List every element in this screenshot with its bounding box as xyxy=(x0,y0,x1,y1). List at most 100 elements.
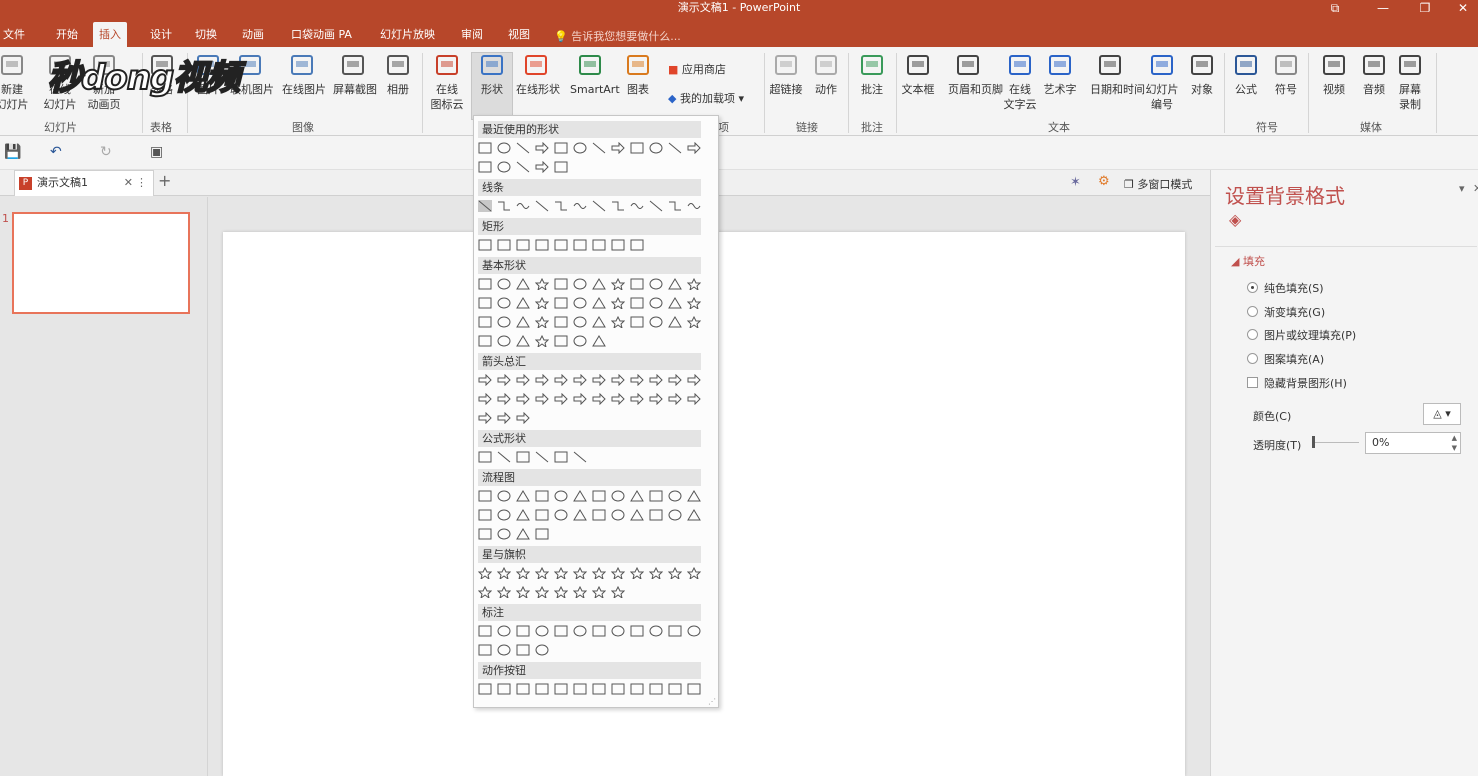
shape-option-icon[interactable] xyxy=(554,625,568,637)
spinner-icon[interactable]: ▲ ▼ xyxy=(1452,433,1457,453)
shape-option-icon[interactable] xyxy=(516,161,530,173)
shape-option-icon[interactable] xyxy=(592,335,606,347)
video-button[interactable]: 视频 xyxy=(1314,53,1354,97)
shape-option-icon[interactable] xyxy=(649,509,663,521)
shape-option-icon[interactable] xyxy=(535,567,549,579)
shape-option-icon[interactable] xyxy=(554,374,568,386)
equation-button[interactable]: 公式 xyxy=(1226,53,1266,97)
shape-option-icon[interactable] xyxy=(516,278,530,290)
shape-option-icon[interactable] xyxy=(516,644,530,656)
slide-thumbnail[interactable] xyxy=(12,212,190,314)
online-image-button[interactable]: 在线图片 xyxy=(282,53,326,97)
shape-option-icon[interactable] xyxy=(649,200,663,212)
shape-option-icon[interactable] xyxy=(573,316,587,328)
shape-option-icon[interactable] xyxy=(592,567,606,579)
shape-option-icon[interactable] xyxy=(687,567,701,579)
shape-option-icon[interactable] xyxy=(535,142,549,154)
shape-option-icon[interactable] xyxy=(516,586,530,598)
shape-option-icon[interactable] xyxy=(478,278,492,290)
shape-option-icon[interactable] xyxy=(535,625,549,637)
chart-button[interactable]: 图表 xyxy=(618,53,658,97)
shape-option-icon[interactable] xyxy=(554,393,568,405)
shape-option-icon[interactable] xyxy=(630,239,644,251)
slider-thumb[interactable] xyxy=(1312,436,1315,448)
shape-option-icon[interactable] xyxy=(611,393,625,405)
shape-option-icon[interactable] xyxy=(630,200,644,212)
shape-option-icon[interactable] xyxy=(573,200,587,212)
shape-option-icon[interactable] xyxy=(497,239,511,251)
shape-option-icon[interactable] xyxy=(535,161,549,173)
tab-file[interactable]: 文件 xyxy=(3,22,25,47)
shape-option-icon[interactable] xyxy=(611,142,625,154)
restore-button[interactable]: ❐ xyxy=(1410,0,1440,16)
shape-option-icon[interactable] xyxy=(630,142,644,154)
shape-option-icon[interactable] xyxy=(573,374,587,386)
shape-option-icon[interactable] xyxy=(535,509,549,521)
shape-option-icon[interactable] xyxy=(497,412,511,424)
shape-option-icon[interactable] xyxy=(573,509,587,521)
shape-option-icon[interactable] xyxy=(668,509,682,521)
object-button[interactable]: 对象 xyxy=(1182,53,1222,97)
shape-option-icon[interactable] xyxy=(497,451,511,463)
shape-option-icon[interactable] xyxy=(478,316,492,328)
shape-option-icon[interactable] xyxy=(668,490,682,502)
my-addins-button[interactable]: ◆ 我的加载项 ▾ xyxy=(668,90,744,106)
shape-option-icon[interactable] xyxy=(649,278,663,290)
shape-option-icon[interactable] xyxy=(611,278,625,290)
shape-option-icon[interactable] xyxy=(573,567,587,579)
shape-option-icon[interactable] xyxy=(535,239,549,251)
present-icon[interactable]: ▣ xyxy=(150,144,163,160)
shape-option-icon[interactable] xyxy=(668,625,682,637)
settings-gear-icon[interactable]: ⚙ xyxy=(1098,174,1110,189)
tab-design[interactable]: 设计 xyxy=(150,22,172,47)
shape-option-icon[interactable] xyxy=(478,625,492,637)
tab-review[interactable]: 审阅 xyxy=(461,22,483,47)
shape-option-icon[interactable] xyxy=(516,200,530,212)
shape-option-icon[interactable] xyxy=(668,683,682,695)
shape-option-icon[interactable] xyxy=(516,393,530,405)
tell-me-search[interactable]: 💡 告诉我您想要做什么... xyxy=(554,28,681,44)
shape-option-icon[interactable] xyxy=(497,567,511,579)
shape-option-icon[interactable] xyxy=(516,451,530,463)
shape-option-icon[interactable] xyxy=(478,683,492,695)
shape-option-icon[interactable] xyxy=(554,200,568,212)
shape-option-icon[interactable] xyxy=(573,451,587,463)
shape-option-icon[interactable] xyxy=(516,509,530,521)
shape-option-icon[interactable] xyxy=(497,586,511,598)
shape-option-icon[interactable] xyxy=(554,278,568,290)
shape-option-icon[interactable] xyxy=(592,625,606,637)
save-icon[interactable]: 💾 xyxy=(4,144,21,160)
shape-option-icon[interactable] xyxy=(611,297,625,309)
audio-button[interactable]: 音频 xyxy=(1354,53,1394,97)
shape-option-icon[interactable] xyxy=(592,683,606,695)
shape-option-icon[interactable] xyxy=(478,335,492,347)
shape-option-icon[interactable] xyxy=(516,412,530,424)
shape-option-icon[interactable] xyxy=(478,412,492,424)
shape-option-icon[interactable] xyxy=(554,161,568,173)
action-button[interactable]: 动作 xyxy=(806,53,846,97)
shape-option-icon[interactable] xyxy=(497,393,511,405)
close-button[interactable]: ✕ xyxy=(1448,0,1478,16)
shape-option-icon[interactable] xyxy=(516,335,530,347)
shape-option-icon[interactable] xyxy=(611,683,625,695)
shape-option-icon[interactable] xyxy=(573,278,587,290)
shape-option-icon[interactable] xyxy=(687,316,701,328)
shape-option-icon[interactable] xyxy=(573,297,587,309)
screenshot-button[interactable]: 屏幕截图 xyxy=(333,53,377,97)
shape-option-icon[interactable] xyxy=(649,490,663,502)
new-tab-icon[interactable]: + xyxy=(158,171,171,190)
shape-option-icon[interactable] xyxy=(554,316,568,328)
shape-option-icon[interactable] xyxy=(687,142,701,154)
shape-option-icon[interactable] xyxy=(478,393,492,405)
shape-option-icon[interactable] xyxy=(611,374,625,386)
hide-background-checkbox[interactable]: 隐藏背景图形(H) xyxy=(1247,375,1347,391)
shape-option-icon[interactable] xyxy=(478,297,492,309)
comment-button[interactable]: 批注 xyxy=(852,53,892,97)
shape-option-icon[interactable] xyxy=(687,374,701,386)
shape-option-icon[interactable] xyxy=(687,509,701,521)
shape-option-icon[interactable] xyxy=(592,490,606,502)
slide-number-button[interactable]: 幻灯片 编号 xyxy=(1142,53,1182,112)
solid-fill-option[interactable]: 纯色填充(S) xyxy=(1247,280,1324,296)
shape-option-icon[interactable] xyxy=(497,374,511,386)
shape-option-icon[interactable] xyxy=(497,161,511,173)
